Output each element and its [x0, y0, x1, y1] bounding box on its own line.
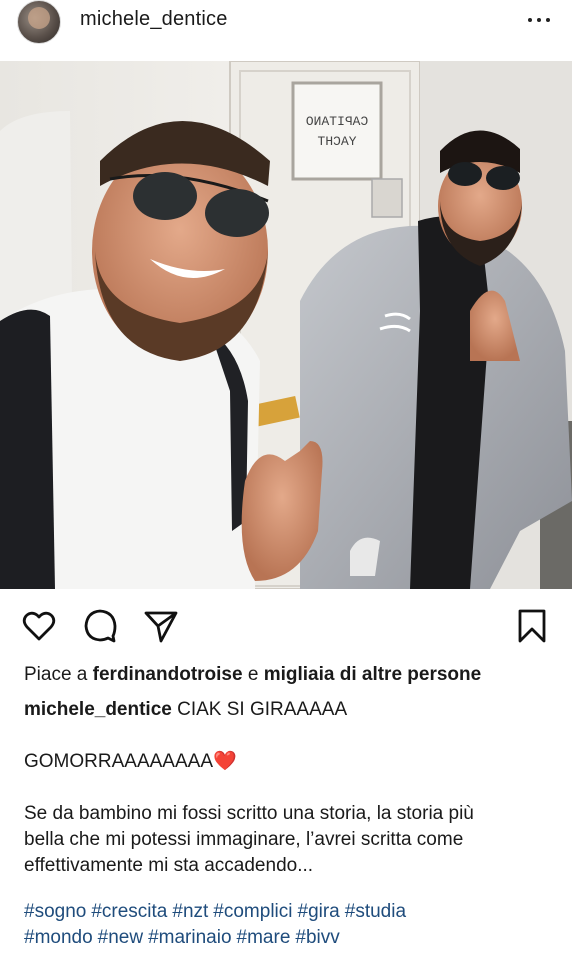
- hashtag-link[interactable]: #mare: [237, 927, 291, 948]
- caption-text-2: GOMORRAAAAAAAA: [24, 751, 213, 772]
- paragraph-line: Se da bambino mi fossi scritto una stori…: [24, 803, 474, 824]
- send-icon[interactable]: [143, 608, 179, 644]
- post-username[interactable]: michele_dentice: [80, 8, 228, 31]
- heart-emoji-icon: ❤️: [213, 751, 237, 772]
- likes-others[interactable]: migliaia di altre persone: [264, 664, 482, 685]
- hashtag-link[interactable]: #mondo: [24, 927, 93, 948]
- hashtag-link[interactable]: #sogno: [24, 901, 86, 922]
- hashtag-link[interactable]: #nzt: [172, 901, 208, 922]
- caption-line-1: michele_dentice CIAK SI GIRAAAAA: [24, 697, 554, 723]
- caption-line-2: GOMORRAAAAAAAA❤️: [24, 749, 554, 775]
- more-options-icon[interactable]: [528, 10, 550, 30]
- post-caption: Piace a ferdinandotroise e migliaia di a…: [24, 662, 554, 951]
- likes-connector: e: [242, 664, 264, 685]
- heart-icon[interactable]: [21, 608, 57, 644]
- post-actions: [0, 600, 572, 650]
- post-photo[interactable]: CAPITANO YACHT: [0, 61, 572, 589]
- hashtag-link[interactable]: #gira: [298, 901, 340, 922]
- caption-author[interactable]: michele_dentice: [24, 699, 172, 720]
- hashtag-link[interactable]: #crescita: [91, 901, 167, 922]
- hashtag-link[interactable]: #marinaio: [148, 927, 231, 948]
- hashtag-link[interactable]: #bivv: [295, 927, 339, 948]
- bookmark-icon[interactable]: [514, 608, 550, 644]
- caption-text-1: CIAK SI GIRAAAAA: [171, 699, 348, 720]
- profile-avatar[interactable]: [17, 0, 61, 44]
- paragraph-line: effettivamente mi sta accadendo...: [24, 855, 314, 876]
- likes-prefix: Piace a: [24, 664, 93, 685]
- caption-paragraph: Se da bambino mi fossi scritto una stori…: [24, 801, 554, 879]
- hashtag-link[interactable]: #studia: [345, 901, 406, 922]
- sign-line-1: CAPITANO: [306, 114, 369, 129]
- hashtag-link[interactable]: #new: [98, 927, 143, 948]
- comment-icon[interactable]: [83, 608, 119, 644]
- hashtags: #sogno #crescita #nzt #complici #gira #studia…: [24, 899, 554, 951]
- likes-line: Piace a ferdinandotroise e migliaia di a…: [24, 662, 554, 688]
- paragraph-line: bella che mi potessi immaginare, l’avrei…: [24, 829, 464, 850]
- post-header: michele_dentice: [0, 0, 572, 60]
- hashtag-link[interactable]: #complici: [213, 901, 292, 922]
- likes-user[interactable]: ferdinandotroise: [93, 664, 243, 685]
- hashtags-row-1: #sogno #crescita #nzt #complici #gira #studia: [24, 899, 554, 925]
- photo-illustration: CAPITANO YACHT: [0, 61, 572, 589]
- hashtags-row-2: #mondo #new #marinaio #mare #bivv: [24, 925, 554, 951]
- sign-line-2: YACHT: [317, 134, 356, 149]
